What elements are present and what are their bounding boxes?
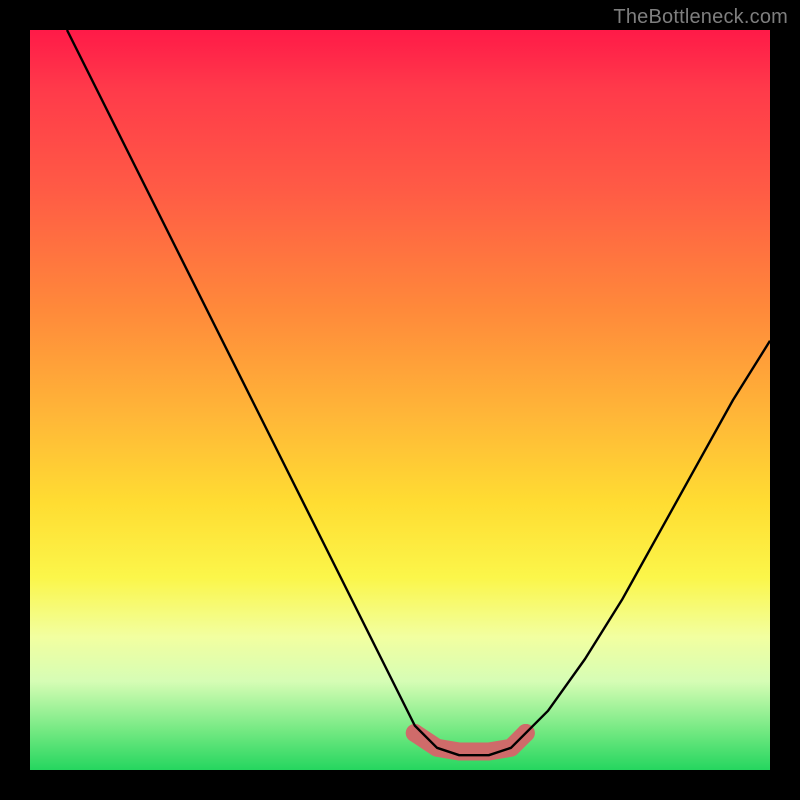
bottleneck-curve xyxy=(67,30,770,755)
plot-area xyxy=(30,30,770,770)
chart-frame: TheBottleneck.com xyxy=(0,0,800,800)
watermark-text: TheBottleneck.com xyxy=(613,6,788,29)
bottleneck-chart-svg xyxy=(30,30,770,770)
bottleneck-floor-band xyxy=(406,724,535,752)
